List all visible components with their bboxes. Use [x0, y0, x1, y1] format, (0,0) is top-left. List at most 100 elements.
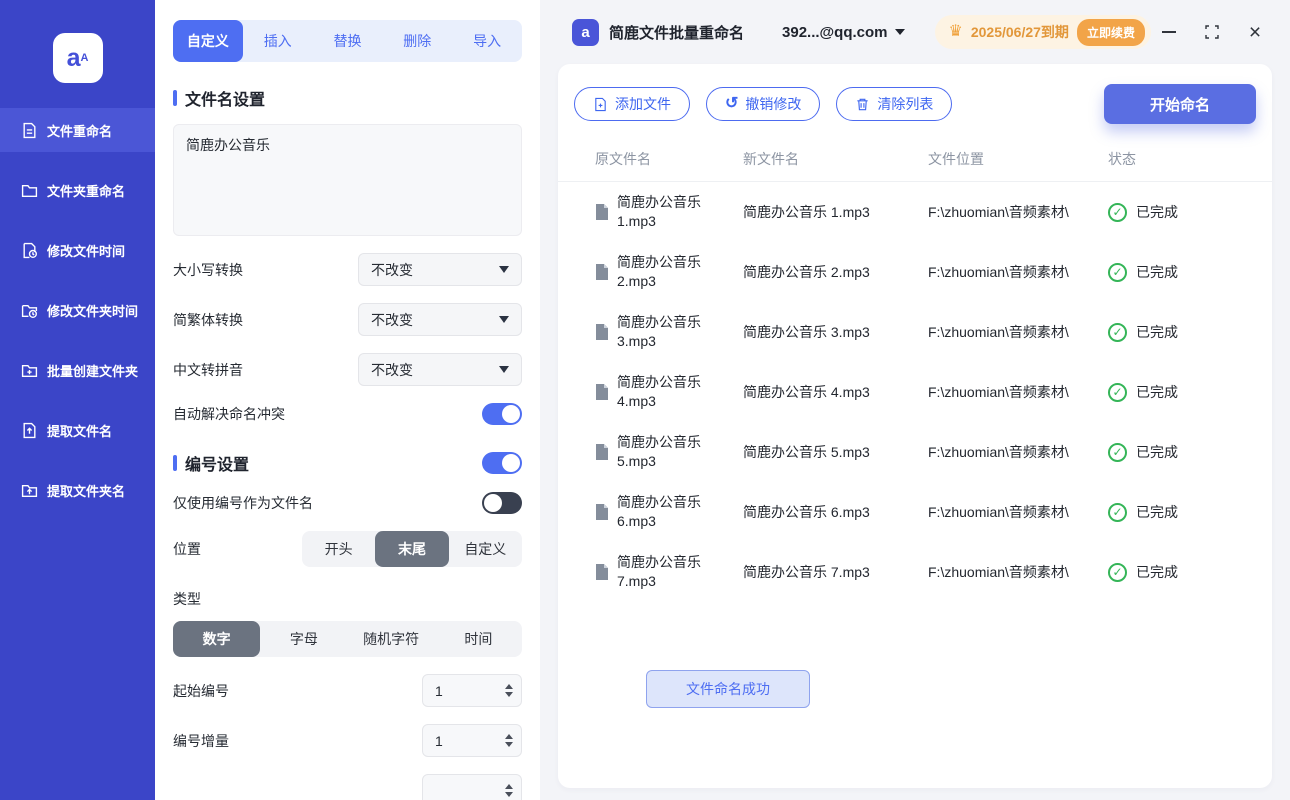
type-option-time[interactable]: 时间 [435, 621, 522, 657]
partial-number-input[interactable] [422, 774, 522, 800]
minimize-button[interactable] [1160, 23, 1178, 41]
dropdown-value: 不改变 [371, 261, 413, 278]
sidebar-item-file-rename[interactable]: 文件重命名 [0, 108, 155, 152]
tab-import[interactable]: 导入 [452, 20, 522, 62]
toolbar: 添加文件 ↺ 撤销修改 清除列表 开始命名 [558, 84, 1272, 124]
table-row[interactable]: 简鹿办公音乐 7.mp3 简鹿办公音乐 7.mp3 F:\zhuomian\音频… [558, 542, 1272, 602]
sidebar-item-label: 修改文件时间 [47, 243, 126, 259]
undo-button[interactable]: ↺ 撤销修改 [706, 87, 821, 121]
simplified-traditional-dropdown[interactable]: 不改变 [358, 303, 522, 336]
start-number-label: 起始编号 [173, 682, 229, 699]
status-text: 已完成 [1136, 504, 1178, 520]
position-option-end[interactable]: 末尾 [375, 531, 449, 567]
file-icon [595, 264, 609, 280]
sidebar-item-label: 修改文件夹时间 [47, 303, 139, 319]
only-number-toggle[interactable] [482, 492, 522, 514]
stepper-icon[interactable] [505, 684, 513, 697]
table-row[interactable]: 简鹿办公音乐 6.mp3 简鹿办公音乐 6.mp3 F:\zhuomian\音频… [558, 482, 1272, 542]
sidebar-item-file-time[interactable]: 修改文件时间 [0, 228, 155, 272]
close-button[interactable]: × [1246, 22, 1264, 43]
folder-time-icon [20, 301, 38, 319]
file-location: F:\zhuomian\音频素材\ [928, 264, 1069, 280]
sidebar: aA 文件重命名 文件夹重命名 修改文件时间 修改文件夹时间 批量创建文件夹 提… [0, 0, 155, 800]
original-filename: 简鹿办公音乐 2.mp3 [617, 254, 701, 289]
status-text: 已完成 [1136, 324, 1178, 340]
sidebar-item-folder-time[interactable]: 修改文件夹时间 [0, 288, 155, 332]
add-files-button[interactable]: 添加文件 [574, 87, 690, 121]
auto-resolve-toggle[interactable] [482, 403, 522, 425]
start-number-input[interactable]: 1 [422, 674, 522, 707]
increment-input[interactable]: 1 [422, 724, 522, 757]
file-icon [595, 204, 609, 220]
sidebar-item-extract-filename[interactable]: 提取文件名 [0, 408, 155, 452]
type-option-random[interactable]: 随机字符 [348, 621, 435, 657]
file-location: F:\zhuomian\音频素材\ [928, 384, 1069, 400]
filename-input[interactable]: 简鹿办公音乐 [173, 124, 522, 236]
case-convert-dropdown[interactable]: 不改变 [358, 253, 522, 286]
tab-insert[interactable]: 插入 [243, 20, 313, 62]
status-text: 已完成 [1136, 384, 1178, 400]
original-filename: 简鹿办公音乐 1.mp3 [617, 194, 701, 229]
table-row[interactable]: 简鹿办公音乐 4.mp3 简鹿办公音乐 4.mp3 F:\zhuomian\音频… [558, 362, 1272, 422]
sidebar-item-extract-foldername[interactable]: 提取文件夹名 [0, 468, 155, 512]
header-status: 状态 [1108, 150, 1136, 167]
position-option-start[interactable]: 开头 [302, 531, 375, 567]
pinyin-convert-dropdown[interactable]: 不改变 [358, 353, 522, 386]
stepper-icon[interactable] [505, 734, 513, 747]
table-row[interactable]: 简鹿办公音乐 1.mp3 简鹿办公音乐 1.mp3 F:\zhuomian\音频… [558, 182, 1272, 242]
table-row[interactable]: 简鹿办公音乐 2.mp3 简鹿办公音乐 2.mp3 F:\zhuomian\音频… [558, 242, 1272, 302]
maximize-button[interactable] [1203, 23, 1221, 41]
file-list-card: 添加文件 ↺ 撤销修改 清除列表 开始命名 原文件名 新文件名 文件位置 状态 [558, 64, 1272, 788]
mode-tabbar: 自定义 插入 替换 删除 导入 [173, 20, 522, 62]
file-time-icon [20, 241, 38, 259]
main-area: a 简鹿文件批量重命名 392...@qq.com ♛ 2025/06/27到期… [540, 0, 1290, 800]
status-text: 已完成 [1136, 444, 1178, 460]
chevron-down-icon [499, 316, 509, 323]
original-filename: 简鹿办公音乐 5.mp3 [617, 434, 701, 469]
stepper-icon[interactable] [505, 784, 513, 797]
check-circle-icon: ✓ [1108, 502, 1127, 522]
original-filename: 简鹿办公音乐 6.mp3 [617, 494, 701, 529]
new-filename: 简鹿办公音乐 3.mp3 [743, 324, 870, 340]
file-rename-icon [20, 121, 38, 139]
window-controls: × [1160, 22, 1264, 43]
check-circle-icon: ✓ [1108, 562, 1127, 582]
position-label: 位置 [173, 541, 201, 557]
clear-list-button[interactable]: 清除列表 [836, 87, 953, 121]
tab-delete[interactable]: 删除 [382, 20, 452, 62]
table-row[interactable]: 简鹿办公音乐 5.mp3 简鹿办公音乐 5.mp3 F:\zhuomian\音频… [558, 422, 1272, 482]
account-dropdown[interactable]: 392...@qq.com [782, 24, 905, 41]
extract-filename-icon [20, 421, 38, 439]
table-row[interactable]: 简鹿办公音乐 3.mp3 简鹿办公音乐 3.mp3 F:\zhuomian\音频… [558, 302, 1272, 362]
simplified-traditional-label: 简繁体转换 [173, 311, 243, 328]
tab-custom[interactable]: 自定义 [173, 20, 243, 62]
file-location: F:\zhuomian\音频素材\ [928, 564, 1069, 580]
batch-create-folder-icon [20, 361, 38, 379]
status-text: 已完成 [1136, 564, 1178, 580]
file-location: F:\zhuomian\音频素材\ [928, 444, 1069, 460]
type-option-letter[interactable]: 字母 [260, 621, 347, 657]
pinyin-convert-label: 中文转拼音 [173, 361, 243, 378]
start-rename-button[interactable]: 开始命名 [1104, 84, 1256, 124]
renew-button[interactable]: 立即续费 [1076, 18, 1145, 46]
new-filename: 简鹿办公音乐 4.mp3 [743, 384, 870, 400]
sidebar-item-folder-rename[interactable]: 文件夹重命名 [0, 168, 155, 212]
app-window: aA 文件重命名 文件夹重命名 修改文件时间 修改文件夹时间 批量创建文件夹 提… [0, 0, 1290, 800]
rename-success-message[interactable]: 文件命名成功 [646, 670, 810, 708]
original-filename: 简鹿办公音乐 4.mp3 [617, 374, 701, 409]
numbering-toggle[interactable] [482, 452, 522, 474]
dropdown-value: 不改变 [371, 361, 413, 378]
position-option-custom[interactable]: 自定义 [449, 531, 522, 567]
sidebar-item-batch-create-folder[interactable]: 批量创建文件夹 [0, 348, 155, 392]
file-icon [595, 324, 609, 340]
chevron-down-icon [894, 29, 905, 35]
new-filename: 简鹿办公音乐 2.mp3 [743, 264, 870, 280]
chevron-down-icon [499, 366, 509, 373]
undo-icon: ↺ [725, 95, 739, 112]
type-option-number[interactable]: 数字 [173, 621, 261, 657]
status-text: 已完成 [1136, 204, 1178, 220]
header-file-location: 文件位置 [928, 150, 984, 167]
maximize-icon [1205, 25, 1219, 39]
tab-replace[interactable]: 替换 [313, 20, 383, 62]
sidebar-item-label: 文件夹重命名 [47, 183, 126, 199]
